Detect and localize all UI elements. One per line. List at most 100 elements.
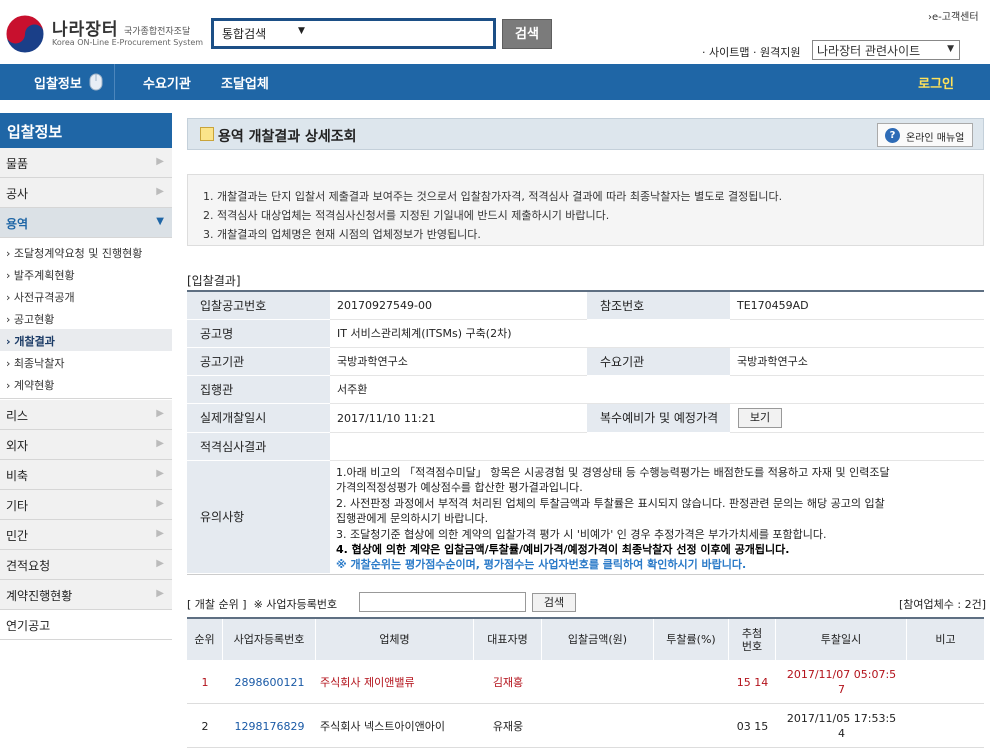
chevron-down-icon: ▼ <box>156 216 164 227</box>
help-icon: ? <box>885 128 900 143</box>
column-header: 투찰일시 <box>776 619 907 660</box>
result-detail-table: 입찰공고번호 20170927549-00 참조번호 TE170459AD 공고… <box>187 290 984 575</box>
label-executor: 집행관 <box>187 376 330 404</box>
sidebar-item-service[interactable]: 용역 ▼ <box>0 208 172 238</box>
note-cell <box>907 704 984 748</box>
ranking-table: 순위 사업자등록번호 업체명 대표자명 입찰금액(원) 투찰률(%) 추첨번호 … <box>187 617 984 750</box>
sidebar-item-quote-request[interactable]: 견적요청 ▶ <box>0 550 172 580</box>
logo-subtitle: 국가종합전자조달 <box>124 27 191 37</box>
chevron-right-icon: ▶ <box>156 528 164 539</box>
label-notes: 유의사항 <box>187 461 330 574</box>
bidder-count: [참여업체수 : 2건] <box>898 598 986 611</box>
label-demand-org: 수요기관 <box>587 348 730 376</box>
column-header: 비고 <box>907 619 984 660</box>
sidebar-item-other[interactable]: 기타 ▶ <box>0 490 172 520</box>
note-line: 2. 사전판정 과정에서 부적격 처리된 업체의 투찰금액과 투찰률은 표시되지… <box>336 497 885 510</box>
value-executor: 서주환 <box>330 376 984 404</box>
sidebar-item-foreign[interactable]: 외자 ▶ <box>0 430 172 460</box>
column-header: 투찰률(%) <box>654 619 729 660</box>
reg-no-input[interactable] <box>359 592 526 612</box>
sidebar-submenu: › 조달청계약요청 및 진행현황 › 발주계획현황 › 사전규격공개 › 공고현… <box>0 239 172 399</box>
related-site-select-label: 나라장터 관련사이트 <box>817 44 921 58</box>
search-button[interactable]: 검색 <box>502 19 552 49</box>
value-open-datetime: 2017/11/10 11:21 <box>330 404 587 433</box>
online-manual-button[interactable]: ? 온라인 매뉴얼 <box>877 123 973 147</box>
logo-title[interactable]: 나라장터 <box>52 15 119 40</box>
lottery-cell: 15 14 <box>736 675 769 689</box>
chevron-right-icon: ▶ <box>156 558 164 569</box>
related-site-select[interactable]: 나라장터 관련사이트 ▼ <box>812 40 960 60</box>
value-notice-org: 국방과학연구소 <box>330 348 587 376</box>
value-ref-no: TE170459AD <box>730 292 984 320</box>
sidebar-subitem[interactable]: › 사전규격공개 <box>0 285 172 307</box>
sidebar-item-label: 공사 <box>6 187 29 201</box>
customer-center-link[interactable]: ›e-고객센터 <box>928 8 979 23</box>
chevron-right-icon: ▶ <box>156 438 164 449</box>
sidebar-item-label: 비축 <box>6 469 29 483</box>
nav-bid-info[interactable]: 입찰정보 <box>34 73 82 92</box>
sidebar-item-goods[interactable]: 물품 ▶ <box>0 148 172 178</box>
dropdown-arrow-icon: ▼ <box>298 26 305 36</box>
sidebar-subitem[interactable]: › 발주계획현황 <box>0 263 172 285</box>
column-header: 순위 <box>187 619 223 660</box>
notice-line: 3. 개찰결과의 업체명은 현재 시점의 업체정보가 반영됩니다. <box>203 228 481 241</box>
main-navbar: 입찰정보 수요기관 조달업체 로그인 <box>0 64 990 100</box>
sidebar-item-construction[interactable]: 공사 ▶ <box>0 178 172 208</box>
chevron-right-icon: ▶ <box>156 408 164 419</box>
nav-supplier[interactable]: 조달업체 <box>221 73 269 92</box>
reg-no-link[interactable]: 1298176829 <box>223 704 316 748</box>
value-notice-name: IT 서비스관리체계(ITSMs) 구축(2차) <box>330 320 984 348</box>
sidebar-subitem[interactable]: › 최종낙찰자 <box>0 351 172 373</box>
search-category-select[interactable]: 통합검색 <box>222 25 266 42</box>
label-notice-no: 입찰공고번호 <box>187 292 330 320</box>
column-header: 대표자명 <box>474 619 542 660</box>
label-qualification: 적격심사결과 <box>187 433 330 461</box>
table-row: 2 1298176829 주식회사 넥스트아이앤아이 유재웅 03 15 201… <box>187 704 984 748</box>
reg-no-label: ※ 사업자등록번호 <box>253 598 338 611</box>
rate-cell <box>654 704 729 748</box>
table-row: 1 2898600121 주식회사 제이앤밸류 김재홍 15 14 2017/1… <box>187 660 984 704</box>
sidebar-item-postponed[interactable]: 연기공고 <box>0 610 172 640</box>
chevron-right-icon: ▶ <box>156 498 164 509</box>
nav-demand-org[interactable]: 수요기관 <box>143 73 191 92</box>
sidebar-item-label: 용역 <box>6 217 29 231</box>
bid-datetime-cell: 2017/11/05 17:53:54 <box>786 712 897 740</box>
label-multi-price: 복수예비가 및 예정가격 <box>587 404 730 433</box>
note-line-bold: 4. 협상에 의한 계약은 입찰금액/투찰률/예비가격/예정가격이 최종낙찰자 … <box>336 543 790 556</box>
note-cell <box>907 660 984 704</box>
sidebar-item-contract-progress[interactable]: 계약진행현황 ▶ <box>0 580 172 610</box>
chevron-right-icon: ▶ <box>156 588 164 599</box>
sidebar-item-label: 연기공고 <box>6 619 51 633</box>
ranking-title-text: [ 개찰 순위 ] <box>187 598 247 611</box>
amount-cell <box>542 704 654 748</box>
section-title-result: [입찰결과] <box>187 274 241 288</box>
reg-no-link[interactable]: 2898600121 <box>223 660 316 704</box>
sidebar-item-lease[interactable]: 리스 ▶ <box>0 400 172 430</box>
label-notice-org: 공고기관 <box>187 348 330 376</box>
view-button[interactable]: 보기 <box>738 408 782 428</box>
ranking-search-button[interactable]: 검색 <box>532 593 576 612</box>
sidebar-item-label: 견적요청 <box>6 559 51 573</box>
sidebar-item-label: 리스 <box>6 409 29 423</box>
utility-links[interactable]: · 사이트맵 · 원격지원 <box>702 44 800 60</box>
login-link[interactable]: 로그인 <box>918 73 954 92</box>
chevron-right-icon: ▶ <box>156 186 164 197</box>
sidebar-item-private[interactable]: 민간 ▶ <box>0 520 172 550</box>
column-header: 입찰금액(원) <box>542 619 654 660</box>
notice-line: 2. 적격심사 대상업체는 적격심사신청서를 지정된 기일내에 반드시 제출하시… <box>203 209 610 222</box>
nav-divider <box>114 64 115 100</box>
sidebar: 입찰정보 물품 ▶ 공사 ▶ 용역 ▼ › 조달청계약요청 및 진행현황 › 발주계획… <box>0 113 172 750</box>
notice-box: 1. 개찰결과는 단지 입찰서 제출결과 보여주는 것으로서 입찰참가자격, 적… <box>187 174 984 246</box>
sidebar-item-label: 물품 <box>6 157 29 171</box>
sidebar-subitem[interactable]: › 조달청계약요청 및 진행현황 <box>0 241 172 263</box>
sidebar-item-stockpile[interactable]: 비축 ▶ <box>0 460 172 490</box>
search-input[interactable]: 통합검색 ▼ <box>211 18 496 49</box>
ceo-cell: 유재웅 <box>492 719 524 733</box>
sidebar-subitem[interactable]: › 계약현황 <box>0 373 172 395</box>
ceo-cell: 김재홍 <box>492 675 524 689</box>
value-demand-org: 국방과학연구소 <box>730 348 984 376</box>
sidebar-subitem-active[interactable]: › 개찰결과 <box>0 329 172 351</box>
column-header: 추첨번호 <box>729 619 776 660</box>
lottery-cell: 03 15 <box>736 719 769 733</box>
sidebar-subitem[interactable]: › 공고현황 <box>0 307 172 329</box>
